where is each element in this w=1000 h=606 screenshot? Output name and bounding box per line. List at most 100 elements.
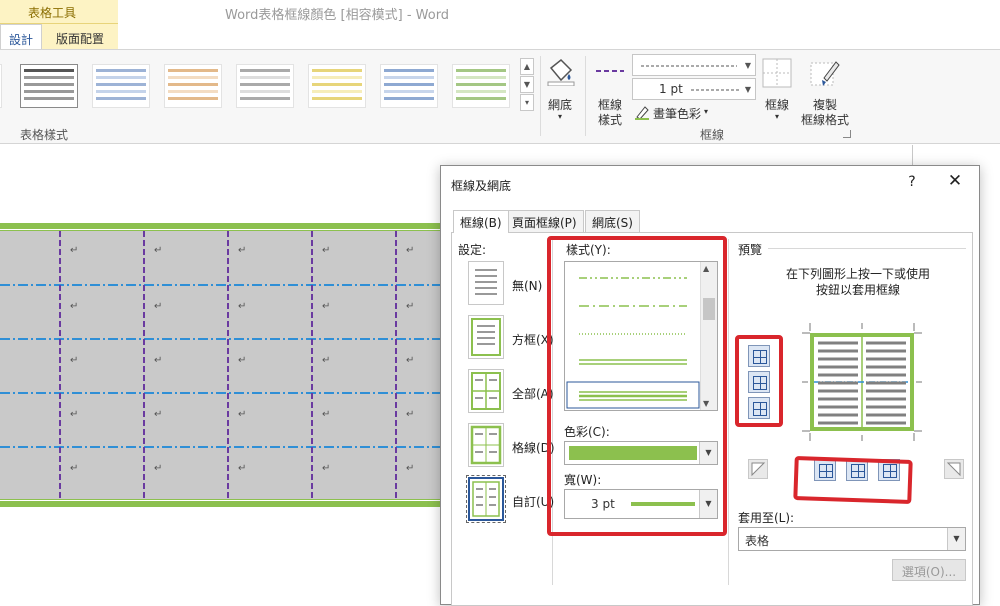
diagonal-down-border-button[interactable] [748,459,768,479]
tab-design[interactable]: 設計 [0,24,42,50]
border-painter-icon [810,61,840,86]
setting-none-label[interactable]: 無(N) [512,277,542,294]
table-style-thumb[interactable] [164,64,222,108]
setting-grid-icon[interactable] [468,423,504,467]
line-weight-dropdown[interactable]: 1 pt ▼ [632,78,756,100]
cell-mark: ↵ [70,245,79,256]
table-tools-context-tab: 表格工具 [0,0,118,24]
help-button[interactable]: ? [905,174,919,190]
cell-mark: ↵ [154,409,163,420]
cell-mark: ↵ [238,355,247,366]
cell-mark: ↵ [70,355,79,366]
gallery-scroll-down-button[interactable]: ▼ [520,76,534,93]
cell-mark: ↵ [322,245,331,256]
preview-label: 預覽 [738,243,763,257]
table-style-thumb[interactable] [452,64,510,108]
chevron-down-icon: ▾ [704,107,709,116]
table-style-thumb[interactable] [236,64,294,108]
tab-layout[interactable]: 版面配置 [42,24,118,50]
cell-mark: ↵ [238,463,247,474]
preview-divider [768,248,966,249]
setting-all-icon[interactable] [468,369,504,413]
cell-mark: ↵ [154,355,163,366]
cell-mark: ↵ [238,409,247,420]
highlight-horizontal-buttons [735,335,783,427]
table-grid [0,223,440,507]
cell-mark: ↵ [70,301,79,312]
border-style-icon [596,70,624,72]
apply-to-dropdown[interactable]: 表格 ▼ [738,527,966,551]
cell-mark: ↵ [238,245,247,256]
table-style-thumb[interactable] [92,64,150,108]
pen-color-label: 畫筆色彩 [653,107,702,121]
cell-mark: ↵ [406,409,415,420]
borders-button[interactable]: 框線 ▾ [760,56,794,126]
borders-grid-icon [762,58,792,88]
line-style-dropdown[interactable]: ▼ [632,54,756,76]
gallery-scroll-up-button[interactable]: ▲ [520,58,534,75]
setting-box-icon[interactable] [468,315,504,359]
highlight-vertical-buttons [793,455,913,505]
border-preview[interactable] [800,323,924,441]
cell-mark: ↵ [70,409,79,420]
context-tab-label: 表格工具 [28,6,77,20]
setting-label: 設定: [458,243,487,257]
cell-mark: ↵ [406,301,415,312]
preview-hint-1: 在下列圖形上按一下或使用 [786,267,931,281]
tab-page-border[interactable]: 頁面框線(P) [505,210,584,232]
cell-mark: ↵ [322,355,331,366]
window-title: Word表格框線顏色 [相容模式] - Word [225,8,450,23]
line-weight-preview [691,89,741,91]
ribbon-tab-strip: 設計 版面配置 [0,24,1000,50]
setting-custom-icon[interactable] [466,475,506,523]
border-painter-label-2: 框線格式 [800,113,849,127]
table-style-thumb[interactable] [380,64,438,108]
cell-mark: ↵ [238,301,247,312]
table-style-thumb[interactable] [308,64,366,108]
shading-button[interactable]: 網底 ▾ [540,56,580,126]
shading-dropdown-icon: ▾ [557,112,562,121]
options-button[interactable]: 選項(O)... [892,559,966,581]
apply-to-label: 套用至(L): [738,511,795,525]
table-style-thumb[interactable] [20,64,78,108]
line-style-preview [641,65,737,67]
chevron-down-icon: ▼ [744,85,751,94]
apply-to-value: 表格 [745,534,770,548]
table-styles-group-label: 表格樣式 [20,128,69,142]
cell-mark: ↵ [154,301,163,312]
paint-bucket-icon [547,58,575,86]
border-painter-button[interactable]: 複製 框線格式 [798,56,852,127]
document-table[interactable]: ↵ ↵ ↵ ↵ ↵ ↵ ↵ ↵ ↵ ↵ ↵ ↵ ↵ ↵ ↵ ↵ ↵ ↵ ↵ ↵ ↵ ↵ ↵ ↵ ↵ [0,223,440,507]
title-bar: 表格工具 Word表格框線顏色 [相容模式] - Word [0,0,1000,26]
line-weight-value: 1 pt [659,82,683,96]
table-style-thumb[interactable] [0,64,2,108]
border-styles-button[interactable]: 框線 樣式 [590,56,630,127]
chevron-down-icon: ▾ [774,112,779,121]
pen-color-button[interactable]: 畫筆色彩 ▾ [634,104,744,122]
cell-mark: ↵ [406,463,415,474]
gallery-more-button[interactable]: ▾ [520,94,534,111]
cell-mark: ↵ [322,409,331,420]
shading-label: 網底 [547,98,572,112]
diagonal-up-border-button[interactable] [944,459,964,479]
panel-divider [728,239,729,585]
ribbon: ▲ ▼ ▾ 表格樣式 網底 ▾ 框線 樣式 ▼ 1 pt ▼ 畫筆色彩 ▾ 框線… [0,49,1000,144]
pen-icon [635,106,649,120]
cell-mark: ↵ [406,355,415,366]
close-button[interactable]: ✕ [946,171,964,191]
cell-mark: ↵ [154,245,163,256]
dialog-title: 框線及網底 [451,179,512,193]
tab-borders[interactable]: 框線(B) [453,210,509,233]
dialog-launcher-icon[interactable] [843,130,851,138]
preview-hint-2: 按鈕以套用框線 [816,283,901,297]
tab-shading[interactable]: 網底(S) [585,210,640,232]
cell-mark: ↵ [70,463,79,474]
group-separator [585,56,586,136]
cell-mark: ↵ [154,463,163,474]
chevron-down-icon: ▼ [947,528,965,550]
cell-mark: ↵ [322,463,331,474]
setting-none-icon[interactable] [468,261,504,305]
cell-mark: ↵ [322,301,331,312]
borders-group-label: 框線 [700,128,725,142]
borders-label: 框線 [764,98,789,112]
